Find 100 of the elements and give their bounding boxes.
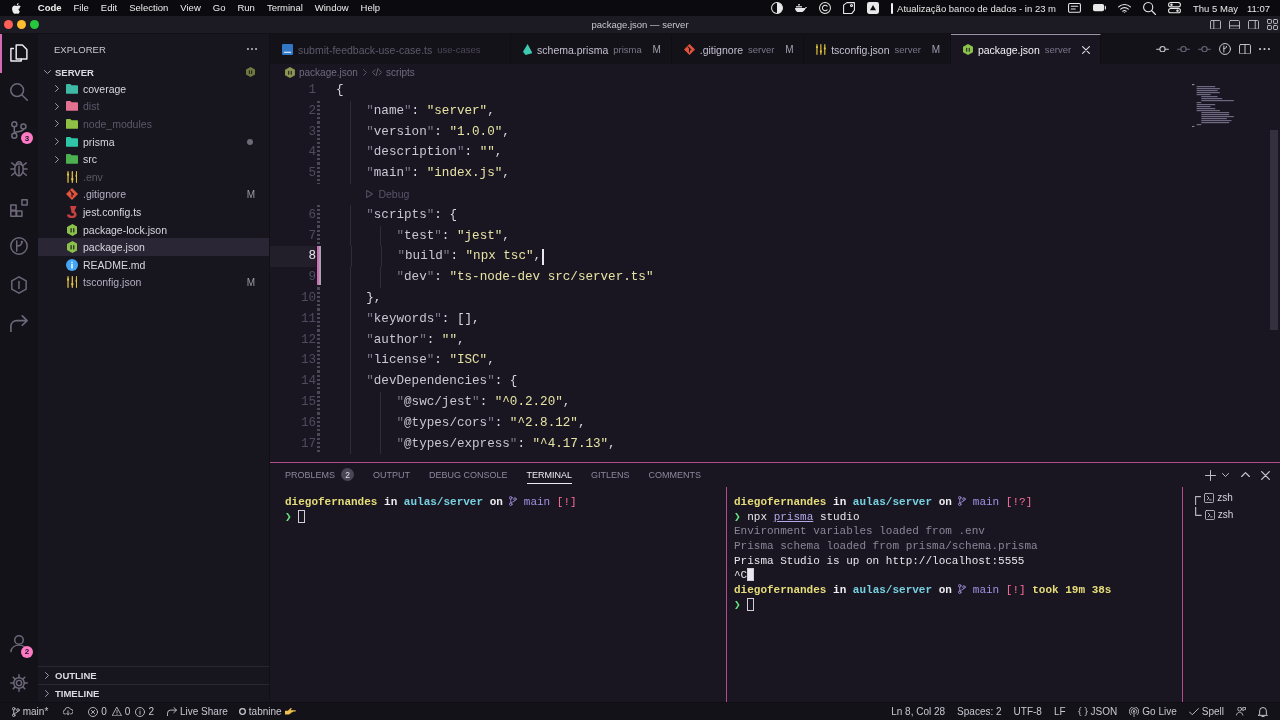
editor-tab[interactable]: .gitignore server M	[671, 34, 805, 64]
menu-date[interactable]: Thu 5 May	[1193, 2, 1238, 14]
terminal-text: ^C	[734, 569, 748, 582]
tree-item[interactable]: src	[38, 150, 269, 168]
check-icon	[1188, 707, 1199, 716]
tabnine-button[interactable]: tabnine	[238, 706, 296, 717]
menu-item[interactable]: View	[174, 0, 207, 16]
tree-item[interactable]: README.md	[38, 255, 269, 274]
tree-item[interactable]: package-lock.json	[38, 220, 269, 239]
panel-tab[interactable]: OUTPUT	[373, 466, 410, 484]
calendar-event[interactable]: Atualização banco de dados - in 23 m	[897, 2, 1057, 14]
line-number: 2	[307, 102, 316, 120]
spell-button[interactable]: Spell	[1188, 706, 1224, 717]
editor-tab[interactable]: schema.prisma prisma M	[510, 34, 672, 64]
sidebar-layout-icon[interactable]	[1210, 19, 1221, 30]
prompt-word: in	[833, 584, 847, 597]
chevron-up-icon[interactable]	[1241, 472, 1250, 478]
close-icon[interactable]	[1261, 470, 1270, 480]
warnings-button[interactable]: 0	[111, 706, 131, 717]
breadcrumb[interactable]: scripts	[385, 66, 415, 78]
tree-item[interactable]: coverage	[38, 80, 269, 98]
feedback-button[interactable]	[1236, 707, 1246, 716]
app-menu[interactable]: Code	[31, 0, 68, 16]
errors-button[interactable]: 0	[88, 706, 107, 717]
menu-item[interactable]: Run	[231, 0, 261, 16]
layout-grid-icon[interactable]	[1267, 19, 1278, 30]
chevron-icon[interactable]	[45, 690, 49, 697]
section-title[interactable]: TIMELINE	[55, 688, 100, 699]
folder-title[interactable]: SERVER	[55, 66, 94, 78]
panel-tab[interactable]: DEBUG CONSOLE	[429, 466, 508, 484]
line-number: 12	[299, 331, 316, 349]
info-button[interactable]: 2	[135, 706, 154, 717]
split-editor-icon[interactable]	[1239, 43, 1251, 55]
tree-item[interactable]: .gitignore M	[38, 185, 269, 204]
language-button[interactable]: JSON	[1077, 706, 1118, 717]
terminal-item[interactable]: zsh	[1183, 489, 1280, 506]
live-share-button[interactable]: Live Share	[167, 706, 228, 717]
battery-icon[interactable]	[1093, 4, 1107, 12]
panel-tab[interactable]: GITLENS	[591, 466, 630, 484]
wifi-icon[interactable]	[1118, 2, 1132, 14]
menu-item[interactable]: Edit	[94, 0, 124, 16]
terminal-item[interactable]: zsh	[1183, 506, 1280, 523]
tag-icon[interactable]	[843, 2, 856, 14]
panel-tab[interactable]: TERMINAL	[526, 466, 573, 484]
scrollbar-thumb[interactable]	[1270, 130, 1278, 330]
status-item[interactable]: Spaces: 2	[957, 706, 1002, 717]
menu-item[interactable]: File	[67, 0, 95, 16]
menu-item[interactable]: Go	[206, 0, 232, 16]
tree-item[interactable]: tsconfig.json M	[38, 273, 269, 292]
menu-item[interactable]: Terminal	[260, 0, 309, 16]
commit-icon[interactable]	[1156, 45, 1169, 53]
extensions-icon	[10, 198, 28, 217]
close-icon[interactable]	[1082, 45, 1091, 54]
minimap[interactable]	[1192, 84, 1234, 128]
close-button[interactable]	[4, 20, 13, 29]
secondary-sidebar-layout-icon[interactable]	[1248, 19, 1259, 30]
git-status: [!]	[556, 496, 577, 508]
apple-logo-icon[interactable]	[12, 2, 21, 14]
window-icon[interactable]	[1068, 3, 1082, 13]
status-item[interactable]: UTF-8	[1013, 706, 1042, 717]
panel-tab[interactable]: PROBLEMS 2	[285, 466, 354, 484]
more-icon[interactable]	[1259, 47, 1270, 51]
whale-icon[interactable]	[795, 3, 808, 13]
add-icon[interactable]	[1205, 469, 1216, 481]
status-item[interactable]: Ln 8, Col 28	[891, 706, 946, 717]
chevron-down-icon[interactable]	[1222, 473, 1229, 477]
zoom-button[interactable]	[30, 20, 39, 29]
tree-item[interactable]: package.json	[38, 238, 269, 256]
terminal-link[interactable]: prisma	[773, 510, 814, 523]
go-live-button[interactable]: Go Live	[1129, 706, 1177, 717]
circle-branch-icon[interactable]	[1219, 43, 1231, 55]
hexagon-icon[interactable]	[245, 67, 255, 77]
panel-layout-icon[interactable]	[1229, 19, 1240, 30]
accounts-button[interactable]: 2	[0, 624, 38, 664]
branch-button[interactable]: main*	[12, 706, 49, 717]
code-line: "keywords": [],	[336, 308, 480, 330]
sync-button[interactable]	[63, 707, 74, 716]
half-circle-icon[interactable]	[771, 2, 784, 14]
editor-tab[interactable]: tsconfig.json server M	[804, 34, 951, 64]
menu-time[interactable]: 11:07	[1246, 2, 1270, 14]
tree-item[interactable]: prisma	[38, 132, 269, 151]
menu-item[interactable]: Selection	[123, 0, 175, 16]
drive-icon[interactable]	[867, 2, 880, 14]
chevron-icon[interactable]	[45, 672, 49, 679]
git-status-letter: M	[246, 188, 255, 200]
search-icon[interactable]	[1143, 1, 1157, 15]
source-control-button[interactable]: 3	[0, 111, 38, 150]
menu-item[interactable]: Window	[308, 0, 355, 16]
toggles-icon[interactable]	[1168, 2, 1182, 14]
section-title[interactable]: OUTLINE	[55, 670, 97, 681]
menu-item[interactable]: Help	[354, 0, 387, 16]
panel-tab[interactable]: COMMENTS	[648, 466, 702, 484]
notifications-button[interactable]	[1258, 706, 1268, 717]
chevron-icon[interactable]	[43, 70, 51, 74]
editor-tab[interactable]: package.json server	[950, 34, 1102, 64]
breadcrumb[interactable]: package.json	[298, 66, 358, 78]
circle-icon[interactable]	[819, 2, 832, 14]
status-item[interactable]: LF	[1053, 706, 1066, 717]
tree-item[interactable]: jest.config.ts	[38, 203, 269, 221]
minimize-button[interactable]	[17, 20, 26, 29]
